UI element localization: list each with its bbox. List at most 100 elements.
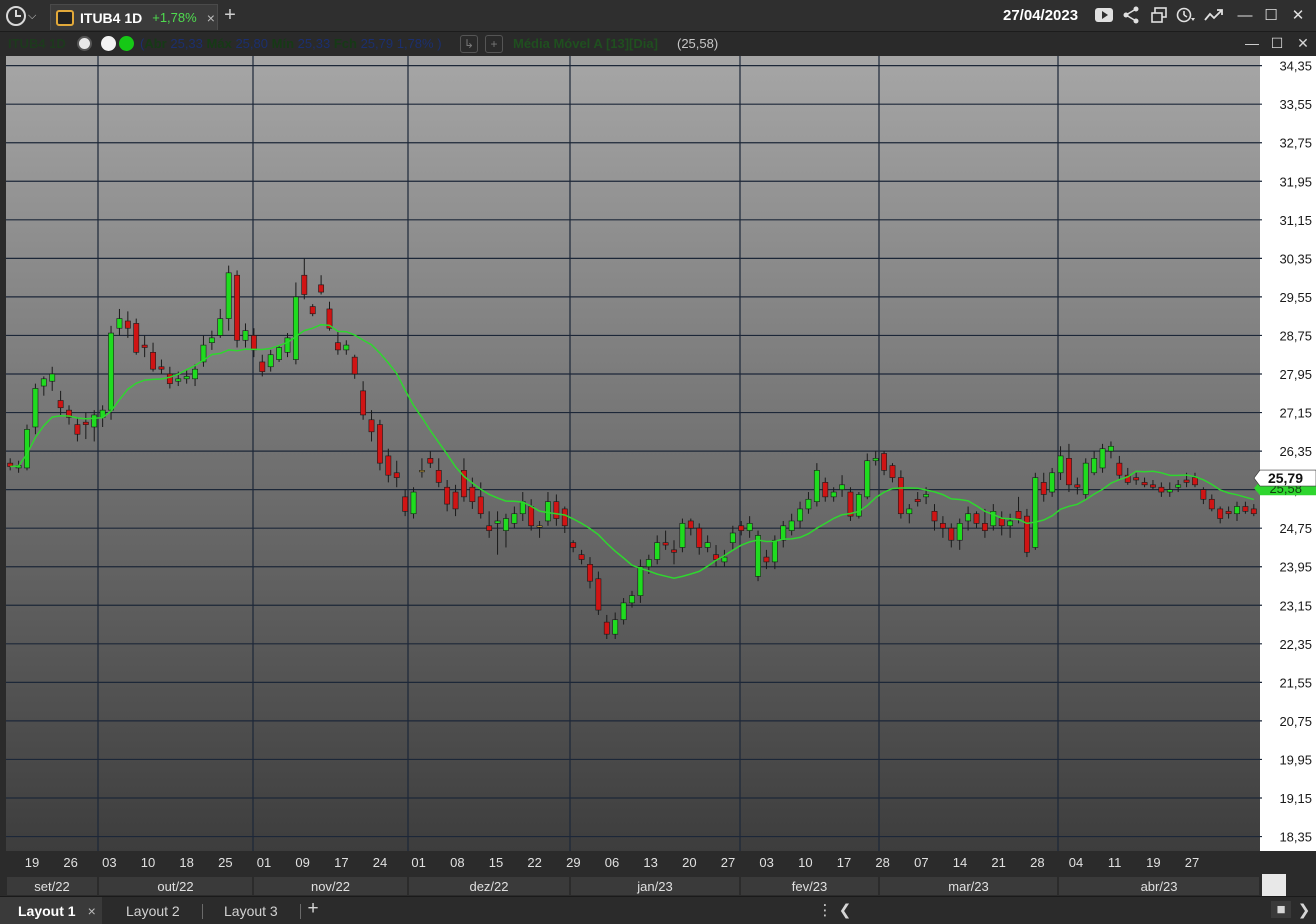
candle-body	[679, 523, 686, 548]
candle	[897, 470, 904, 519]
candle-body	[419, 470, 425, 473]
candle	[234, 270, 240, 348]
candle-body	[318, 284, 325, 293]
last-price-label: 25,79	[1268, 470, 1303, 486]
candle-body	[780, 525, 787, 541]
settings-dot-icon[interactable]	[77, 36, 92, 51]
add-study-button[interactable]: +	[485, 35, 503, 53]
candle-body	[906, 508, 913, 515]
y-tick-label: 29,55	[1279, 290, 1312, 305]
candle-body	[469, 486, 476, 502]
candle-body	[343, 344, 350, 351]
x-tick-label: 08	[450, 855, 464, 870]
month-label: mar/23	[948, 879, 988, 894]
candle-body	[1049, 472, 1056, 493]
candle-body	[301, 274, 308, 295]
x-tick-label: 04	[1069, 855, 1083, 870]
replay-clock-icon[interactable]	[1176, 6, 1196, 26]
close-icon[interactable]: ✕	[1288, 6, 1308, 26]
x-tick-label: 20	[682, 855, 696, 870]
candle-body	[637, 566, 644, 596]
candle-body	[721, 556, 728, 563]
y-tick-label: 21,55	[1279, 675, 1312, 690]
candle-body	[368, 419, 375, 433]
month-label: set/22	[34, 879, 69, 894]
month-label: nov/22	[311, 879, 350, 894]
y-tick-label: 28,75	[1279, 328, 1312, 343]
x-tick-label: 17	[334, 855, 348, 870]
y-tick-label: 23,95	[1279, 560, 1312, 575]
candle-body	[1007, 520, 1014, 527]
y-tick-label: 27,95	[1279, 367, 1312, 382]
price-chart[interactable]: 34,35 33,55 32,75 31,95 31,15 30,35 29,55 28,75…	[0, 56, 1316, 896]
axis-corner-button[interactable]	[1262, 874, 1286, 896]
y-tick-label: 24,75	[1279, 521, 1312, 536]
candle-body	[435, 470, 442, 483]
price-markers: 25,5825,79	[1253, 469, 1316, 496]
tab-itub4[interactable]: ITUB4 1D +1,78% ×	[50, 4, 218, 30]
date-label: 27/04/2023	[1003, 7, 1079, 24]
play-icon[interactable]	[1094, 6, 1114, 26]
add-tab-button[interactable]: +	[220, 4, 240, 27]
candle-body	[192, 368, 198, 380]
chart-maximize-icon[interactable]: ☐	[1268, 35, 1286, 52]
x-tick-label: 03	[102, 855, 116, 870]
tab-change: +1,78%	[152, 10, 197, 25]
layout-tab-close-button[interactable]: ×	[88, 903, 96, 919]
plot-area	[6, 56, 1260, 851]
candle-body	[998, 518, 1005, 527]
month-label: out/22	[157, 879, 193, 894]
candle-body	[771, 539, 778, 563]
add-layout-button[interactable]: +	[305, 898, 321, 920]
candle-body	[805, 498, 812, 510]
candle-body	[620, 602, 627, 621]
remove-circle-icon[interactable]	[101, 36, 116, 51]
candle-body	[385, 455, 392, 476]
candle-body	[494, 520, 501, 524]
candle-body	[91, 414, 98, 428]
candle-body	[267, 354, 274, 368]
candle-body	[755, 535, 761, 577]
candle-body	[1250, 508, 1257, 515]
x-tick-label: 03	[759, 855, 773, 870]
more-vertical-icon[interactable]: ⋮	[817, 901, 833, 919]
month-label: dez/22	[469, 879, 508, 894]
chart-close-icon[interactable]: ✕	[1294, 35, 1312, 52]
minimize-icon[interactable]: —	[1235, 6, 1255, 26]
month-label: abr/23	[1141, 879, 1178, 894]
candle-body	[377, 424, 383, 464]
candle	[1032, 472, 1039, 550]
y-axis-ticks: 34,35 33,55 32,75 31,95 31,15 30,35 29,55 28,75…	[1279, 59, 1312, 845]
x-tick-label: 19	[25, 855, 39, 870]
tab-close-button[interactable]: ×	[207, 10, 215, 26]
history-menu-button[interactable]: ⌵	[6, 5, 46, 27]
layout-tab-3[interactable]: Layout 3	[206, 897, 278, 924]
candle	[108, 325, 114, 420]
x-tick-label: 26	[63, 855, 77, 870]
candle	[133, 318, 140, 355]
y-tick-label: 19,95	[1279, 752, 1312, 767]
share-icon[interactable]	[1121, 6, 1141, 26]
x-tick-label: 17	[837, 855, 851, 870]
y-tick-label: 19,15	[1279, 791, 1312, 806]
y-tick-label: 33,55	[1279, 97, 1312, 112]
candle-body	[1099, 448, 1106, 469]
scroll-stop-icon[interactable]: ■	[1271, 901, 1291, 918]
candle-body	[225, 272, 232, 319]
candle-body	[1217, 508, 1224, 519]
layout-tab-1[interactable]: Layout 1 ×	[0, 897, 102, 924]
candle-body	[570, 542, 577, 548]
candle-body	[704, 542, 711, 548]
layout-tab-2[interactable]: Layout 2	[108, 897, 180, 924]
scroll-right-icon[interactable]: ❯	[1296, 901, 1312, 919]
windows-icon[interactable]	[1149, 6, 1169, 26]
trend-icon[interactable]	[1204, 6, 1224, 26]
x-tick-label: 27	[1185, 855, 1199, 870]
candle-body	[830, 491, 837, 498]
scroll-left-icon[interactable]: ❮	[837, 901, 853, 919]
collapse-button[interactable]: ↳	[460, 35, 478, 53]
maximize-icon[interactable]: ☐	[1261, 6, 1281, 26]
candle-body	[208, 337, 215, 343]
chart-minimize-icon[interactable]: —	[1243, 35, 1261, 51]
x-tick-label: 19	[1146, 855, 1160, 870]
